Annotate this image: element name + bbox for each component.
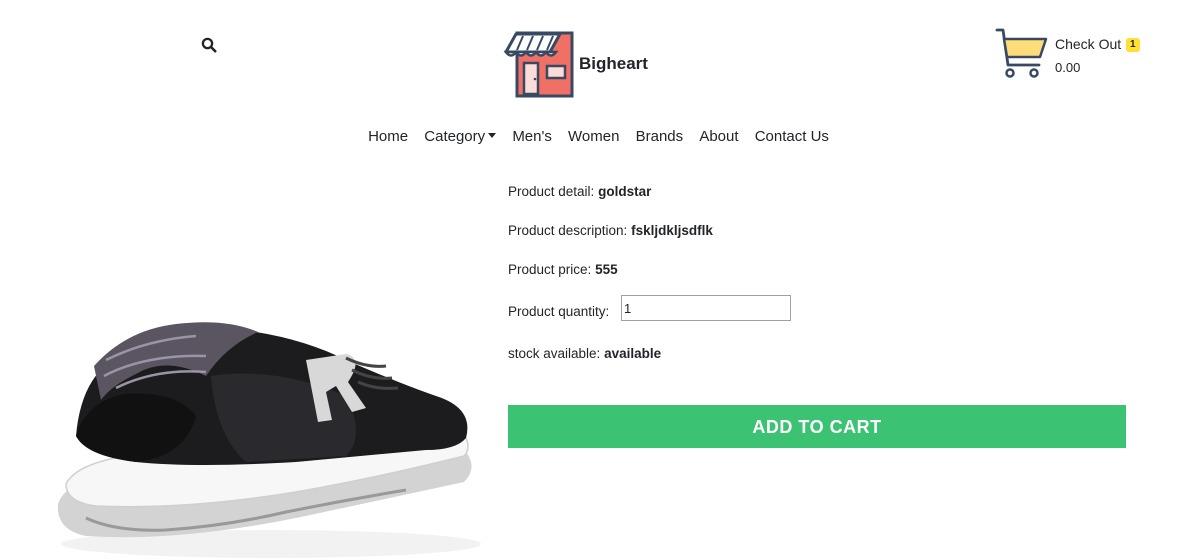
- caret-down-icon: [488, 133, 497, 138]
- product-detail-label: Product detail:: [508, 184, 595, 199]
- checkout-label: Check Out: [1055, 36, 1122, 52]
- add-to-cart-button[interactable]: ADD TO CART: [508, 405, 1126, 448]
- nav-category-dropdown[interactable]: Category: [424, 128, 497, 145]
- product-quantity-label: Product quantity:: [508, 304, 610, 319]
- main-nav: Home Category Men's Women Brands About C…: [0, 128, 1197, 145]
- brand-logo-link[interactable]: Bigheart: [502, 30, 648, 98]
- nav-brands[interactable]: Brands: [636, 128, 684, 145]
- product-detail-row: Product detail: goldstar: [508, 184, 651, 199]
- cart-count-badge: 1: [1126, 38, 1140, 52]
- product-price-label: Product price:: [508, 262, 592, 277]
- product-image: [57, 322, 481, 558]
- product-description-label: Product description:: [508, 223, 628, 238]
- product-quantity-row: Product quantity:: [508, 295, 791, 321]
- nav-women[interactable]: Women: [568, 128, 619, 145]
- stock-label: stock available:: [508, 346, 601, 361]
- stock-row: stock available: available: [508, 346, 661, 361]
- cart-checkout-button[interactable]: Check Out 1 0.00: [995, 27, 1145, 83]
- nav-about[interactable]: About: [699, 128, 738, 145]
- cart-total: 0.00: [1055, 60, 1081, 75]
- product-detail-value: goldstar: [598, 184, 652, 199]
- brand-name: Bigheart: [579, 54, 648, 73]
- search-icon: [201, 37, 217, 53]
- nav-mens[interactable]: Men's: [512, 128, 552, 145]
- nav-contact-us[interactable]: Contact Us: [755, 128, 829, 145]
- product-price-row: Product price: 555: [508, 262, 618, 277]
- nav-home[interactable]: Home: [368, 128, 408, 145]
- product-price-value: 555: [595, 262, 618, 277]
- storefront-logo-icon: [503, 31, 574, 98]
- stock-value: available: [604, 346, 662, 361]
- quantity-input[interactable]: [621, 295, 791, 321]
- nav-category-label: Category: [424, 128, 486, 145]
- shopping-cart-icon: [995, 28, 1048, 78]
- search-button[interactable]: [201, 37, 217, 53]
- product-description-value: fskljdkljsdflk: [631, 223, 713, 238]
- product-description-row: Product description: fskljdkljsdflk: [508, 223, 713, 238]
